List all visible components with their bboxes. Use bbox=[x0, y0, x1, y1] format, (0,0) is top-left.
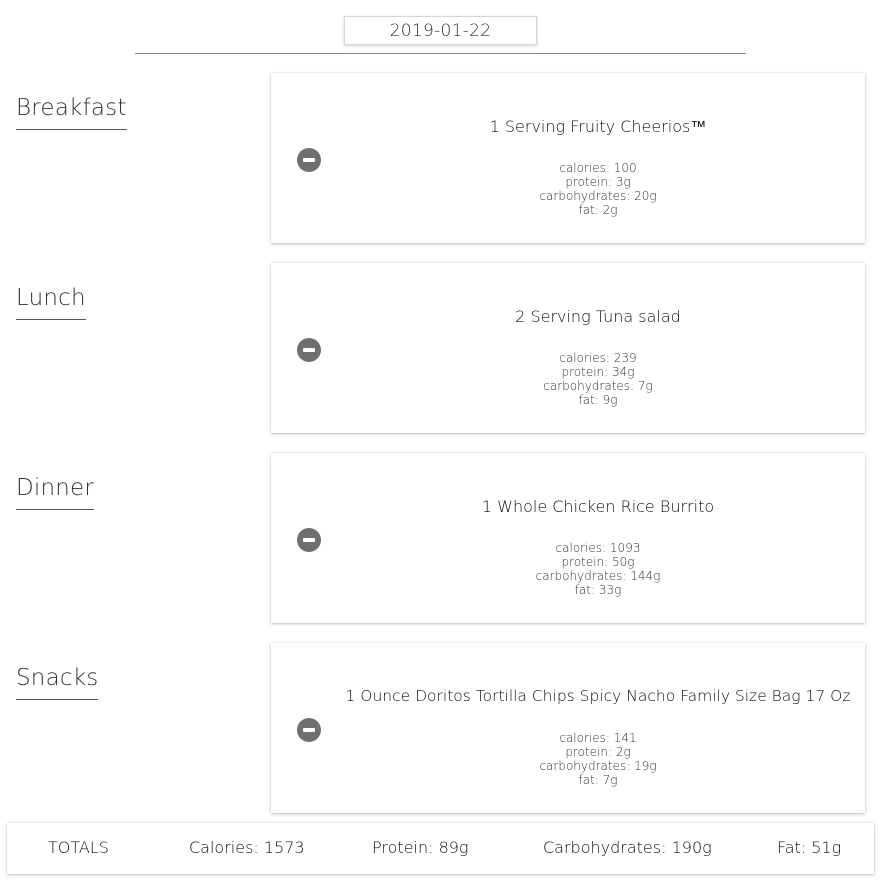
meal-card-dinner: 1 Whole Chicken Rice Burrito calories: 1… bbox=[271, 453, 865, 623]
remove-food-button[interactable] bbox=[297, 338, 321, 362]
nutrient-fat: fat: 33g bbox=[574, 583, 622, 597]
totals-protein: Protein: 89g bbox=[372, 838, 469, 857]
date-divider bbox=[135, 53, 746, 54]
totals-label: TOTALS bbox=[48, 838, 109, 857]
remove-circle-icon bbox=[303, 158, 315, 162]
totals-carbohydrates: Carbohydrates: 190g bbox=[543, 838, 712, 857]
nutrient-carbohydrates: carbohydrates: 20g bbox=[539, 189, 657, 203]
nutrient-carbohydrates: carbohydrates: 7g bbox=[543, 379, 653, 393]
nutrient-list: calories: 141 protein: 2g carbohydrates:… bbox=[363, 731, 833, 787]
totals-bar: TOTALS Calories: 1573 Protein: 89g Carbo… bbox=[7, 823, 874, 874]
nutrient-protein: protein: 3g bbox=[565, 175, 631, 189]
meal-label-breakfast: Breakfast bbox=[16, 95, 127, 131]
meal-card-lunch: 2 Serving Tuna salad calories: 239 prote… bbox=[271, 263, 865, 433]
nutrient-list: calories: 1093 protein: 50g carbohydrate… bbox=[363, 541, 833, 597]
nutrient-calories: calories: 1093 bbox=[555, 541, 641, 555]
meal-card-snacks: 1 Ounce Doritos Tortilla Chips Spicy Nac… bbox=[271, 643, 865, 813]
nutrient-carbohydrates: carbohydrates: 19g bbox=[539, 759, 657, 773]
remove-circle-icon bbox=[303, 348, 315, 352]
nutrient-list: calories: 239 protein: 34g carbohydrates… bbox=[363, 351, 833, 407]
nutrient-calories: calories: 239 bbox=[559, 351, 637, 365]
nutrient-fat: fat: 2g bbox=[578, 203, 618, 217]
meal-label-lunch: Lunch bbox=[16, 285, 86, 321]
nutrient-calories: calories: 141 bbox=[559, 731, 637, 745]
remove-circle-icon bbox=[303, 728, 315, 732]
date-selector[interactable]: 2019-01-22 bbox=[344, 16, 537, 45]
meal-label-dinner: Dinner bbox=[16, 475, 95, 511]
remove-food-button[interactable] bbox=[297, 528, 321, 552]
remove-food-button[interactable] bbox=[297, 718, 321, 742]
remove-food-button[interactable] bbox=[297, 148, 321, 172]
nutrient-calories: calories: 100 bbox=[559, 161, 637, 175]
nutrient-carbohydrates: carbohydrates: 144g bbox=[535, 569, 661, 583]
food-name: 1 Serving Fruity Cheerios™ bbox=[489, 117, 707, 136]
food-name: 1 Ounce Doritos Tortilla Chips Spicy Nac… bbox=[345, 687, 851, 705]
remove-circle-icon bbox=[303, 538, 315, 542]
food-name: 2 Serving Tuna salad bbox=[515, 307, 681, 326]
food-name: 1 Whole Chicken Rice Burrito bbox=[481, 497, 715, 516]
nutrient-protein: protein: 34g bbox=[561, 365, 635, 379]
nutrient-list: calories: 100 protein: 3g carbohydrates:… bbox=[363, 161, 833, 217]
meal-label-snacks: Snacks bbox=[16, 665, 99, 701]
meal-card-breakfast: 1 Serving Fruity Cheerios™ calories: 100… bbox=[271, 73, 865, 243]
nutrient-fat: fat: 9g bbox=[578, 393, 618, 407]
totals-fat: Fat: 51g bbox=[777, 838, 842, 857]
diary-page: 2019-01-22 Breakfast 1 Serving Fruity Ch… bbox=[0, 0, 885, 881]
nutrient-protein: protein: 50g bbox=[561, 555, 635, 569]
date-value: 2019-01-22 bbox=[389, 20, 492, 41]
nutrient-fat: fat: 7g bbox=[578, 773, 618, 787]
totals-calories: Calories: 1573 bbox=[189, 838, 305, 857]
nutrient-protein: protein: 2g bbox=[565, 745, 631, 759]
